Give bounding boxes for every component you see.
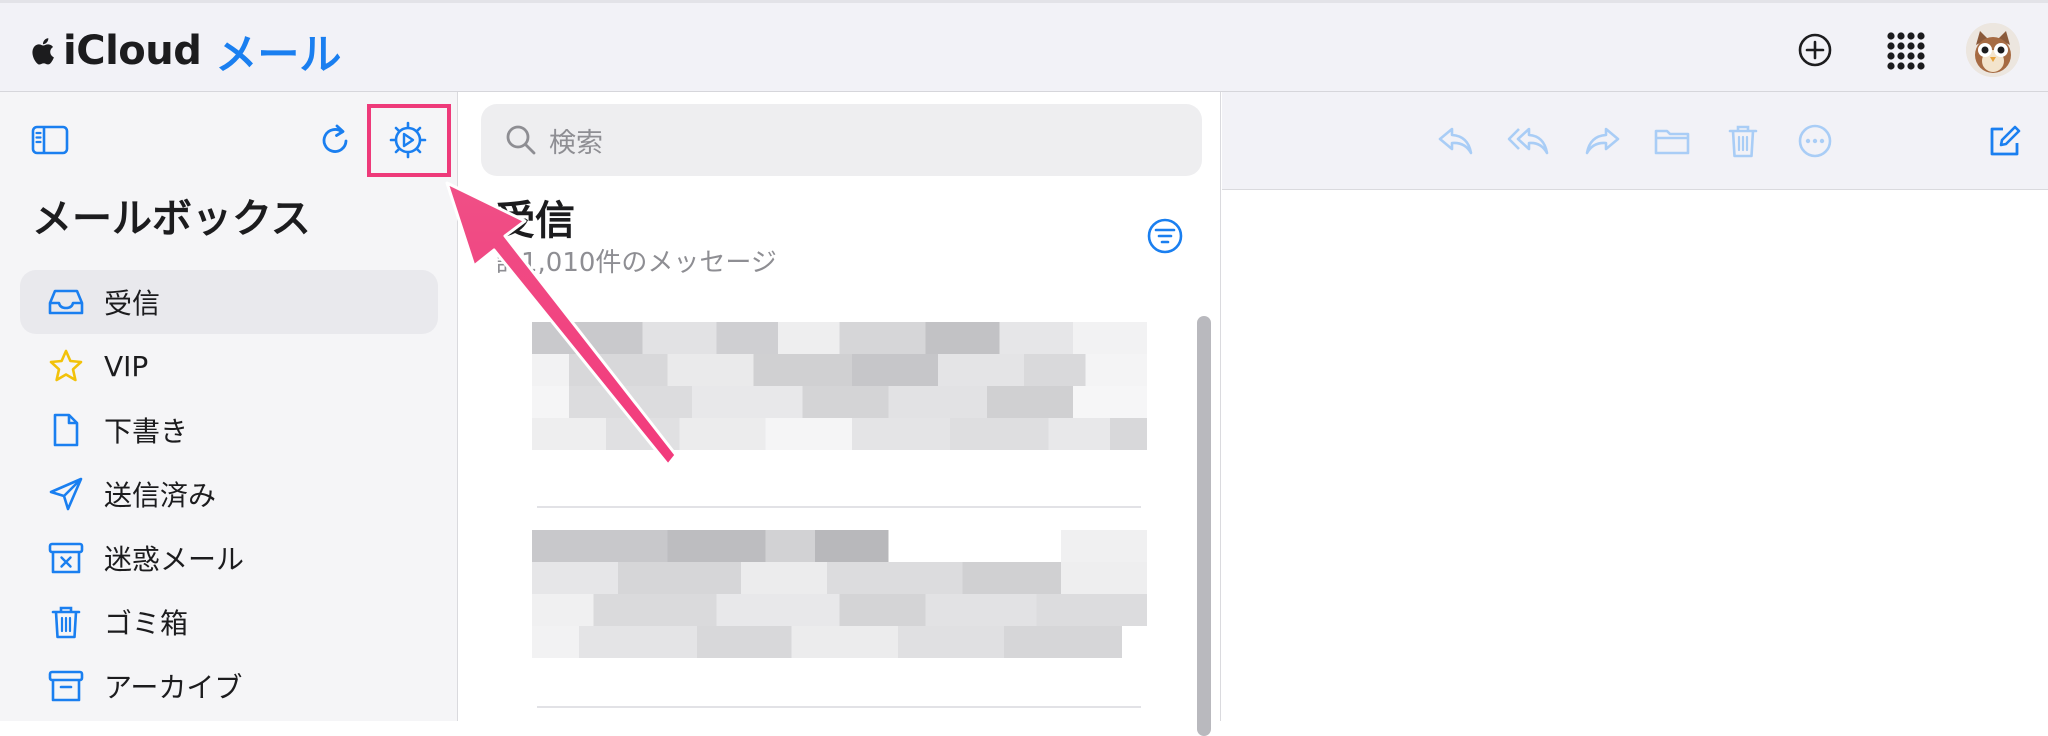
apple-logo-icon (32, 38, 54, 65)
list-item[interactable] (532, 322, 1147, 482)
mailbox-item-junk[interactable]: 迷惑メール (20, 526, 438, 590)
message-list-pane: 検索 受信 計1,010件のメッセージ (459, 92, 1221, 736)
sidebar-toggle-icon[interactable] (26, 116, 74, 164)
folder-icon[interactable] (1649, 118, 1695, 164)
mailbox-label: アーカイブ (104, 671, 243, 704)
trash-icon (46, 602, 86, 642)
detail-toolbar (1222, 92, 2048, 190)
owl-avatar-icon (1966, 23, 2020, 77)
settings-highlight-box (367, 104, 451, 177)
mailbox-label: 受信 (104, 287, 161, 320)
mailbox-item-inbox[interactable]: 受信 (20, 270, 438, 334)
compose-icon[interactable] (1982, 118, 2028, 164)
trash-icon[interactable] (1720, 118, 1766, 164)
mailbox-list: 受信 VIP 下書き 送信済み 迷惑メール ゴミ箱 アーカイブ (20, 270, 438, 718)
mailbox-sidebar: メールボックス 受信 VIP 下書き 送信済み 迷惑メール ゴミ箱 アーカイブ (0, 92, 458, 721)
mailbox-item-sent[interactable]: 送信済み (20, 462, 438, 526)
app-grid-icon[interactable] (1880, 25, 1930, 75)
archive-box-icon (46, 666, 86, 706)
inbox-tray-icon (46, 282, 86, 322)
paper-plane-icon (46, 474, 86, 514)
search-field[interactable]: 検索 (481, 104, 1202, 176)
mailbox-label: 迷惑メール (104, 543, 245, 576)
more-icon[interactable] (1792, 118, 1838, 164)
mailbox-label: 送信済み (104, 479, 217, 512)
junk-box-icon (46, 538, 86, 578)
message-list-scrollbar[interactable] (1197, 316, 1211, 736)
search-icon (506, 125, 536, 155)
filter-icon[interactable] (1145, 216, 1185, 256)
reply-all-icon[interactable] (1506, 118, 1552, 164)
mailbox-item-drafts[interactable]: 下書き (20, 398, 438, 462)
document-icon (46, 410, 86, 450)
app-name: メール (215, 29, 342, 79)
brand-icloud-text: iCloud (63, 28, 202, 74)
mailbox-item-trash[interactable]: ゴミ箱 (20, 590, 438, 654)
message-divider (537, 506, 1141, 508)
brand[interactable]: iCloud メール (31, 27, 341, 79)
message-divider (537, 706, 1141, 708)
top-bar: iCloud メール (0, 0, 2048, 92)
reply-icon[interactable] (1433, 118, 1479, 164)
mailbox-item-archive[interactable]: アーカイブ (20, 654, 438, 718)
refresh-icon[interactable] (312, 116, 360, 164)
list-item[interactable] (532, 530, 1147, 690)
mailbox-item-vip[interactable]: VIP (20, 334, 438, 398)
mailbox-label: VIP (104, 349, 149, 383)
forward-icon[interactable] (1579, 118, 1625, 164)
star-icon (46, 346, 86, 386)
search-placeholder: 検索 (549, 127, 603, 159)
plus-circle-icon[interactable] (1790, 25, 1840, 75)
sidebar-title: メールボックス (32, 196, 311, 242)
message-count: 計1,010件のメッセージ (495, 248, 777, 278)
avatar[interactable] (1966, 23, 2020, 77)
mailbox-label: ゴミ箱 (104, 607, 189, 640)
message-detail-pane (1222, 92, 2048, 721)
mailbox-label: 下書き (104, 415, 189, 448)
mailbox-heading: 受信 (495, 198, 575, 244)
